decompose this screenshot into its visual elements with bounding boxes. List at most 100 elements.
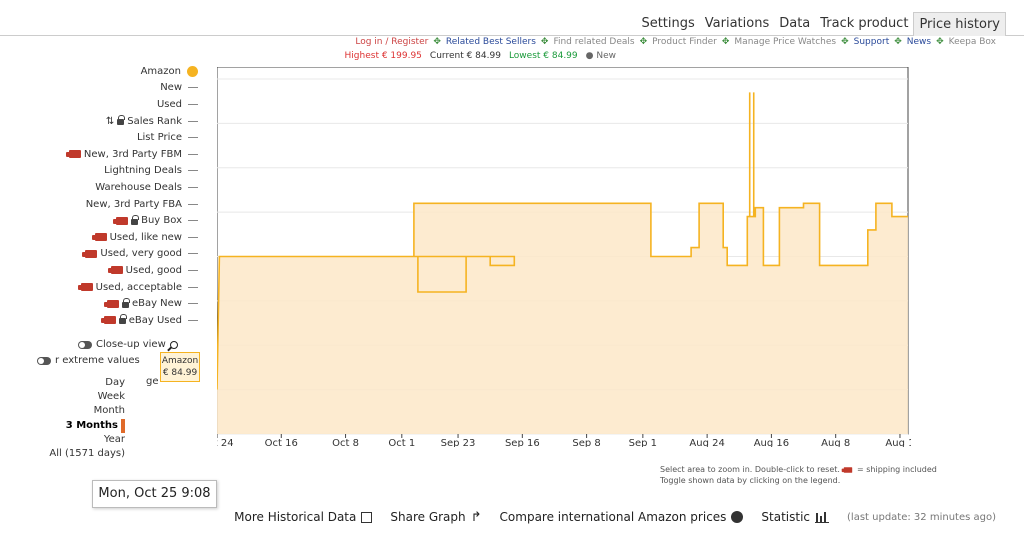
- tabs: Price history Track product Data Variati…: [636, 12, 1006, 36]
- range-option[interactable]: Day: [30, 376, 125, 390]
- legend-item[interactable]: eBay Used: [40, 312, 198, 329]
- more-data-checkbox[interactable]: [361, 511, 373, 523]
- legend-item[interactable]: ⇅ Sales Rank: [40, 113, 198, 130]
- x-tick-label: Sep 16: [505, 438, 540, 447]
- tab-price-history[interactable]: Price history: [913, 12, 1006, 36]
- x-tick-label: Aug 8: [821, 438, 850, 447]
- series-dash-icon: [188, 170, 198, 172]
- series-dash-icon: [188, 253, 198, 255]
- closeup-toggle-icon[interactable]: [78, 340, 92, 349]
- series-dash-icon: [188, 286, 198, 288]
- separator-icon: ✥: [841, 37, 849, 47]
- last-update: (last update: 32 minutes ago): [847, 511, 996, 523]
- keepa-box-link[interactable]: Keepa Box: [949, 37, 996, 47]
- legend-label: Used: [156, 98, 182, 110]
- range-option[interactable]: Year: [30, 433, 125, 447]
- x-tick-label: Oct 1: [388, 438, 415, 447]
- truck-icon: [103, 299, 119, 308]
- truck-icon: [91, 233, 107, 242]
- chart-legend: Amazon New Used ⇅ Sales Rank List Price New, 3…: [40, 63, 198, 329]
- x-tick-label: Sep 23: [441, 438, 476, 447]
- series-dash-icon: [188, 319, 198, 321]
- extreme-values-option[interactable]: r extreme values: [37, 355, 140, 366]
- lock-icon: [121, 297, 130, 308]
- legend-label: Used, good: [125, 264, 182, 276]
- login-link[interactable]: Log in / Register: [355, 37, 428, 47]
- legend-item[interactable]: Used, acceptable: [40, 279, 198, 296]
- globe-icon: [731, 511, 744, 523]
- x-tick-label: Oct 8: [332, 438, 359, 447]
- share-graph-button[interactable]: Share Graph ↱: [390, 510, 481, 525]
- manage-watches-link[interactable]: Manage Price Watches: [734, 37, 836, 47]
- series-dash-icon: [188, 220, 198, 222]
- x-tick-label: Sep 1: [629, 438, 657, 447]
- x-tick-label: Aug 16: [754, 438, 789, 447]
- range-option[interactable]: Week: [30, 390, 125, 404]
- tooltip-title: Amazon: [161, 356, 199, 366]
- tab-settings[interactable]: Settings: [636, 12, 699, 36]
- legend-label: Buy Box: [141, 215, 182, 227]
- legend-item[interactable]: Buy Box: [40, 212, 198, 229]
- legend-item[interactable]: New, 3rd Party FBM: [40, 146, 198, 163]
- range-option[interactable]: Month: [30, 404, 125, 418]
- tab-track-product[interactable]: Track product: [815, 12, 913, 36]
- find-deals-link[interactable]: Find related Deals: [553, 37, 634, 47]
- chart-footer: (last update: 32 minutes ago) Statistic …: [36, 508, 996, 526]
- closeup-option[interactable]: Close-up view: [78, 339, 178, 350]
- legend-label: Amazon: [140, 65, 181, 77]
- current-price: Current € 84.99: [429, 51, 501, 61]
- legend-item[interactable]: Used, good: [40, 262, 198, 279]
- more-historical-data[interactable]: More Historical Data: [234, 510, 373, 524]
- lock-icon: [117, 115, 126, 126]
- compare-label: Compare international Amazon prices: [499, 510, 727, 524]
- series-dot-icon: [187, 65, 198, 77]
- legend-item[interactable]: Used, like new: [40, 229, 198, 246]
- hint-toggle: Toggle shown data by clicking on the leg…: [660, 476, 841, 485]
- best-sellers-link[interactable]: Related Best Sellers: [446, 37, 536, 47]
- compare-prices-button[interactable]: Compare international Amazon prices: [500, 510, 744, 524]
- amazon-tooltip: Amazon € 84.99: [160, 352, 200, 382]
- legend-item[interactable]: Used, very good: [40, 246, 198, 263]
- legend-item[interactable]: Used: [40, 96, 198, 113]
- range-option[interactable]: All (1571 days): [30, 447, 125, 461]
- tab-bar: Price history Track product Data Variati…: [0, 12, 1024, 36]
- price-chart[interactable]: € 80€ 85€ 90€ 95€ 100€ 105€ 110€ 115€ 12…: [200, 66, 943, 449]
- price-chart-svg[interactable]: € 80€ 85€ 90€ 95€ 100€ 105€ 110€ 115€ 12…: [200, 66, 943, 449]
- range-option[interactable]: 3 Months: [30, 418, 125, 433]
- statistic-label: Statistic: [761, 510, 811, 524]
- series-dash-icon: [188, 269, 198, 271]
- legend-label: Used, very good: [100, 248, 182, 260]
- support-link[interactable]: Support: [854, 37, 890, 47]
- truck-icon: [100, 316, 116, 325]
- lock-icon: [131, 214, 140, 225]
- legend-item[interactable]: New, 3rd Party FBA: [40, 196, 198, 213]
- product-finder-link[interactable]: Product Finder: [652, 37, 717, 47]
- legend-item[interactable]: Lightning Deals: [40, 163, 198, 180]
- extreme-label: r extreme values: [55, 355, 140, 366]
- legend-item[interactable]: Amazon: [40, 63, 198, 80]
- legend-item[interactable]: eBay New: [40, 295, 198, 312]
- legend-item[interactable]: List Price: [40, 129, 198, 146]
- separator-icon: ✥: [936, 37, 944, 47]
- legend-label: Warehouse Deals: [95, 181, 182, 193]
- separator-icon: ✥: [433, 37, 441, 47]
- news-link[interactable]: News: [907, 37, 931, 47]
- legend-item[interactable]: Warehouse Deals: [40, 179, 198, 196]
- bar-chart-icon: [815, 511, 830, 523]
- legend-label: New, 3rd Party FBA: [85, 198, 182, 210]
- truck-icon: [82, 249, 98, 258]
- series-dash-icon: [188, 236, 198, 238]
- hint-zoom: Select area to zoom in. Double-click to …: [660, 465, 840, 474]
- tab-variations[interactable]: Variations: [700, 12, 774, 36]
- extreme-toggle-icon[interactable]: [37, 356, 51, 365]
- legend-label: Used, acceptable: [95, 281, 182, 293]
- statistic-button[interactable]: Statistic: [761, 510, 830, 524]
- series-dash-icon: [188, 137, 198, 139]
- legend-item[interactable]: New: [40, 80, 198, 97]
- series-dash-icon: [188, 303, 198, 305]
- tab-data[interactable]: Data: [774, 12, 815, 36]
- link-row: Log in / Register ✥ Related Best Sellers…: [355, 37, 996, 47]
- truck-icon: [65, 150, 81, 159]
- legend-label: New: [160, 82, 182, 94]
- legend-label: eBay Used: [128, 314, 182, 326]
